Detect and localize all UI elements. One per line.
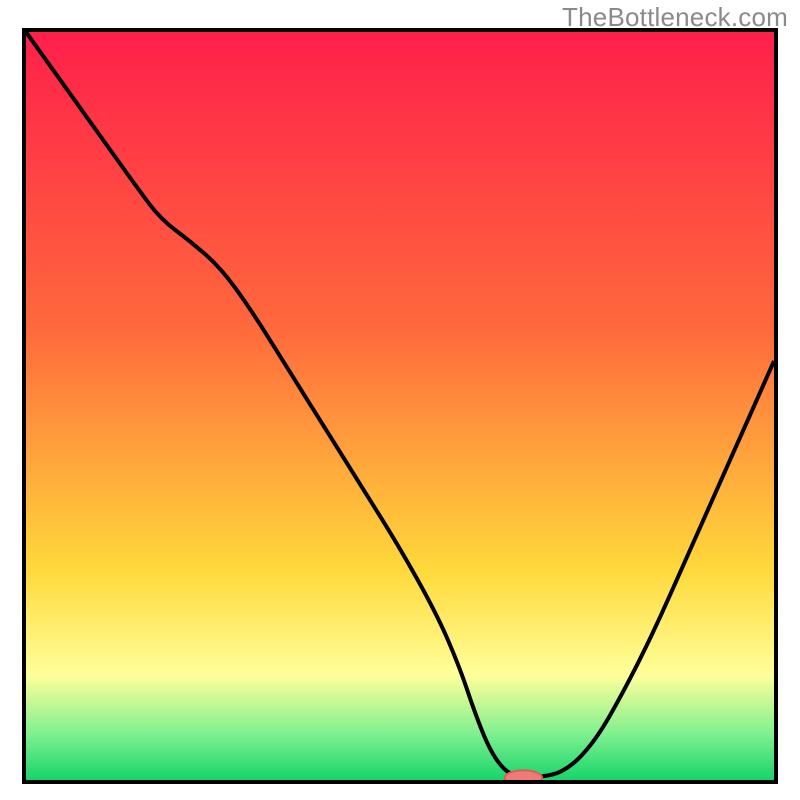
- plot-frame: [22, 28, 778, 784]
- gradient-background: [26, 32, 774, 780]
- bottleneck-chart: [26, 32, 774, 780]
- optimal-point-marker: [505, 770, 542, 780]
- chart-container: TheBottleneck.com: [0, 0, 800, 800]
- watermark-text: TheBottleneck.com: [562, 2, 788, 33]
